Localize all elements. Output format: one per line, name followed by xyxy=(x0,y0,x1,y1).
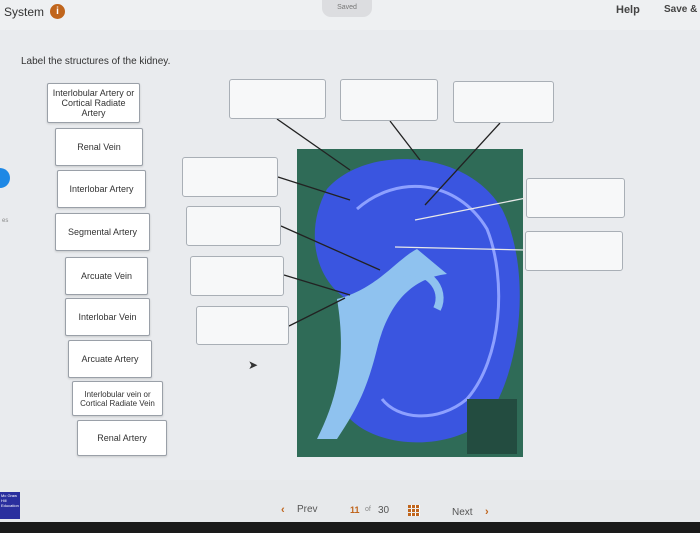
drop-target[interactable] xyxy=(229,79,326,119)
screen-bezel xyxy=(0,522,700,533)
drop-target[interactable] xyxy=(186,206,281,246)
publisher-logo: Mc Graw Hill Education xyxy=(0,492,20,519)
page-of: of xyxy=(365,506,371,513)
chevron-right-icon[interactable]: › xyxy=(485,506,489,518)
drop-target[interactable] xyxy=(182,157,278,197)
total-pages: 30 xyxy=(378,505,390,516)
drop-target[interactable] xyxy=(190,256,284,296)
drop-target[interactable] xyxy=(340,79,438,121)
drop-target[interactable] xyxy=(453,81,554,123)
footer-bar xyxy=(0,480,700,522)
drop-target[interactable] xyxy=(526,178,625,218)
drop-target[interactable] xyxy=(525,231,623,271)
mouse-cursor-icon: ➤ xyxy=(248,358,259,372)
chevron-left-icon[interactable]: ‹ xyxy=(281,504,285,516)
next-button[interactable]: Next xyxy=(452,507,473,518)
drop-target[interactable] xyxy=(196,306,289,345)
current-page: 11 xyxy=(350,505,360,515)
grid-icon[interactable] xyxy=(408,504,420,516)
prev-button[interactable]: Prev xyxy=(297,504,318,515)
